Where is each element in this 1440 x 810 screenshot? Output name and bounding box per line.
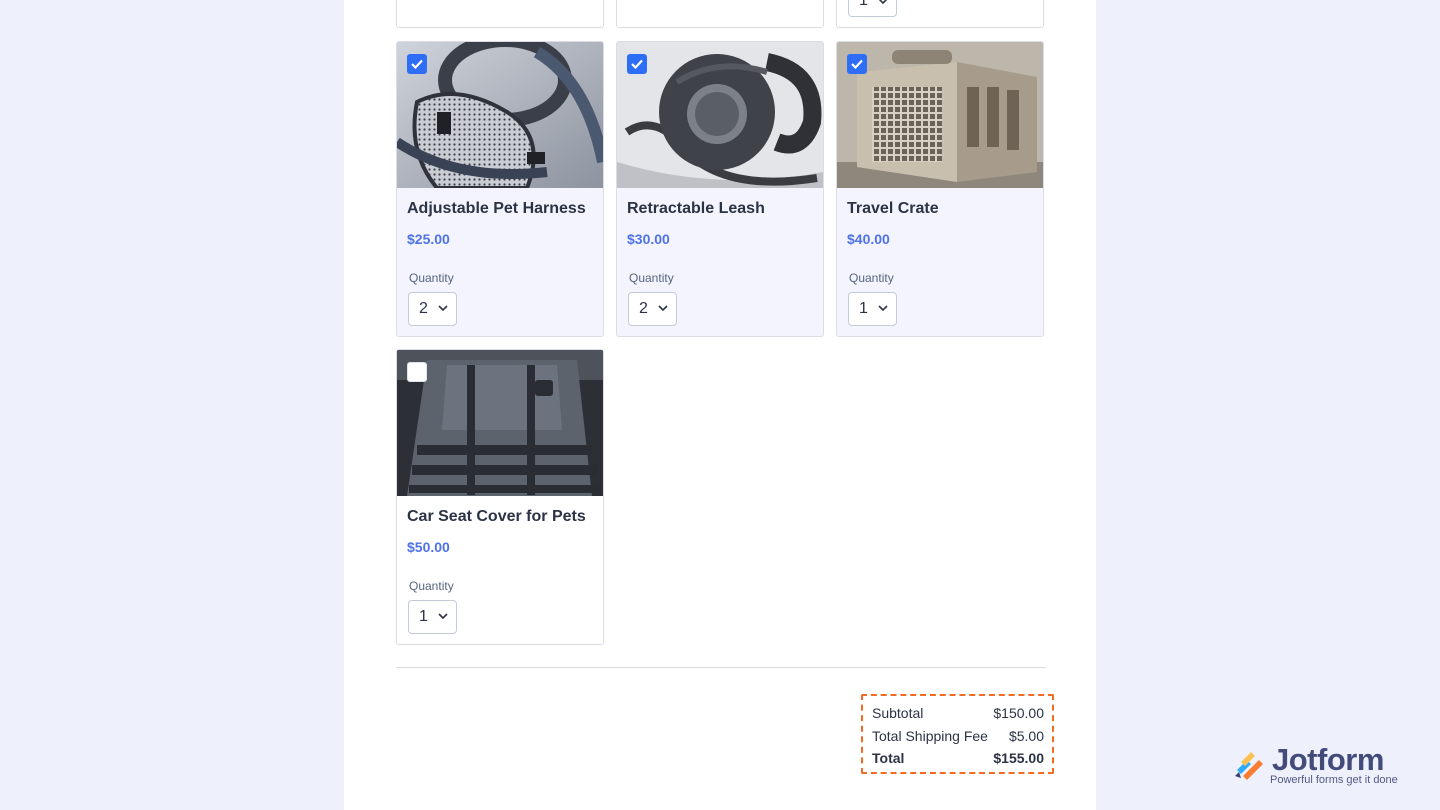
quantity-value: 2	[419, 300, 428, 317]
chevron-down-icon	[438, 305, 448, 312]
product-checkbox[interactable]	[847, 54, 867, 74]
seat-cover-image	[397, 350, 603, 496]
product-name: Car Seat Cover for Pets	[407, 508, 586, 525]
subtotal-row: Subtotal $150.00	[872, 704, 1044, 727]
quantity-select[interactable]: 1	[848, 0, 897, 17]
total-label: Total	[872, 750, 905, 766]
product-name: Adjustable Pet Harness	[407, 200, 586, 217]
chevron-down-icon	[438, 613, 448, 620]
quantity-value: 2	[639, 300, 648, 317]
crate-image	[837, 42, 1043, 188]
product-card-leash[interactable]: Retractable Leash $30.00 Quantity 2	[616, 41, 824, 337]
product-card-partial	[616, 0, 824, 28]
check-icon	[411, 59, 423, 69]
quantity-value: 1	[419, 608, 428, 625]
total-row: Total $155.00	[872, 749, 1044, 772]
jotform-badge[interactable]: Jotform Powerful forms get it done	[1233, 742, 1413, 788]
chevron-down-icon	[878, 0, 888, 5]
product-checkbox[interactable]	[627, 54, 647, 74]
harness-image	[397, 42, 603, 188]
chevron-down-icon	[878, 305, 888, 312]
product-card-seat-cover[interactable]: Car Seat Cover for Pets $50.00 Quantity …	[396, 349, 604, 645]
product-card-crate[interactable]: Travel Crate $40.00 Quantity 1	[836, 41, 1044, 337]
quantity-label: Quantity	[849, 271, 894, 285]
quantity-select[interactable]: 1	[408, 600, 457, 634]
product-price: $40.00	[847, 231, 890, 247]
product-price: $50.00	[407, 539, 450, 555]
check-icon	[851, 59, 863, 69]
quantity-label: Quantity	[409, 271, 454, 285]
quantity-label: Quantity	[629, 271, 674, 285]
product-price: $25.00	[407, 231, 450, 247]
total-value: $155.00	[993, 750, 1044, 766]
shipping-row: Total Shipping Fee $5.00	[872, 727, 1044, 750]
quantity-select[interactable]: 2	[408, 292, 457, 326]
brand-name: Jotform	[1272, 742, 1384, 777]
quantity-value: 1	[859, 300, 868, 317]
product-checkbox[interactable]	[407, 54, 427, 74]
quantity-select[interactable]: 2	[628, 292, 677, 326]
divider	[396, 667, 1046, 668]
subtotal-label: Subtotal	[872, 705, 924, 721]
chevron-down-icon	[658, 305, 668, 312]
leash-image	[617, 42, 823, 188]
jotform-logo-icon	[1235, 752, 1263, 780]
shipping-value: $5.00	[1008, 727, 1044, 744]
product-card-partial: 1	[836, 0, 1044, 28]
product-price: $30.00	[627, 231, 670, 247]
product-card-harness[interactable]: Adjustable Pet Harness $25.00 Quantity 2	[396, 41, 604, 337]
payment-summary: Subtotal $150.00 Total Shipping Fee $5.0…	[861, 694, 1054, 774]
product-name: Travel Crate	[847, 200, 939, 217]
product-card-partial	[396, 0, 604, 28]
quantity-label: Quantity	[409, 579, 454, 593]
product-name: Retractable Leash	[627, 200, 765, 217]
subtotal-value: $150.00	[993, 705, 1044, 721]
brand-tagline: Powerful forms get it done	[1270, 774, 1398, 786]
shipping-label: Total Shipping Fee	[872, 727, 988, 744]
check-icon	[631, 59, 643, 69]
quantity-select[interactable]: 1	[848, 292, 897, 326]
product-checkbox[interactable]	[407, 362, 427, 382]
